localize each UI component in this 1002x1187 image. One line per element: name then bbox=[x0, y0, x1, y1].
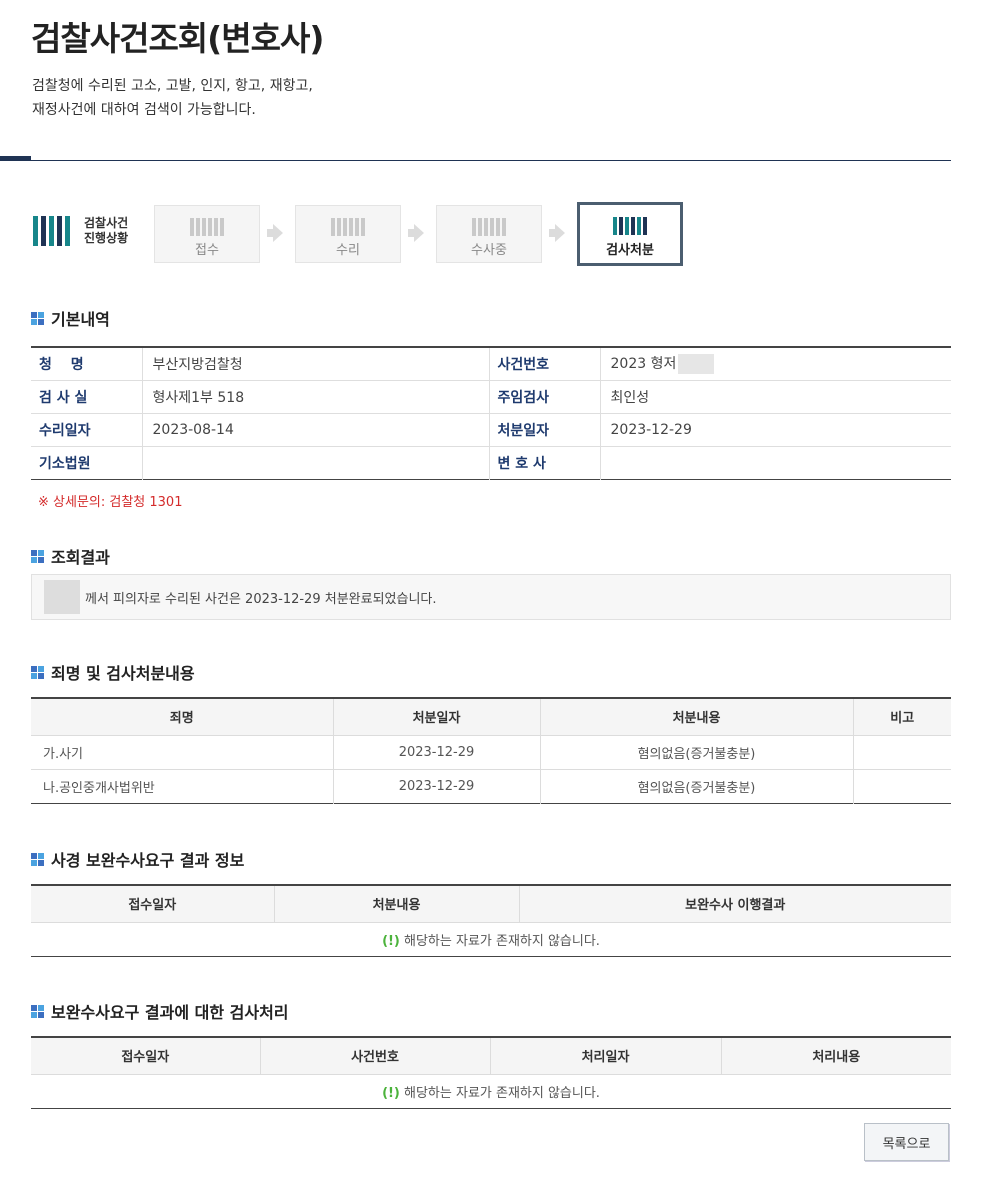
charges-table: 죄명 처분일자 처분내용 비고 가.사기 2023-12-29 혐의없음(증거불… bbox=[31, 697, 951, 804]
col-header: 처분일자 bbox=[332, 698, 540, 736]
page-description: 검찰청에 수리된 고소, 고발, 인지, 항고, 재항고, 재정사건에 대하여 … bbox=[32, 74, 313, 122]
supplement-table: 접수일자 처분내용 보완수사 이행결과 (!) 해당하는 자료가 존재하지 않습… bbox=[31, 884, 951, 957]
label-accept-date: 수리일자 bbox=[31, 413, 143, 447]
section-bullet-icon bbox=[31, 549, 44, 563]
value-office: 부산지방검찰청 bbox=[142, 347, 490, 381]
step-label: 접수 bbox=[195, 243, 219, 258]
table-row: 검 사 실 형사제1부 518 주임검사 최인성 bbox=[31, 380, 951, 414]
label-case-number: 사건번호 bbox=[489, 347, 601, 381]
table-header-row: 접수일자 처분내용 보완수사 이행결과 bbox=[31, 885, 951, 923]
step-bars-icon bbox=[296, 218, 400, 236]
table-header-row: 죄명 처분일자 처분내용 비고 bbox=[31, 698, 951, 736]
section-title-result: 조회결과 bbox=[31, 544, 110, 568]
section-title-charges: 죄명 및 검사처분내용 bbox=[31, 660, 195, 684]
basic-info-table: 청 명 부산지방검찰청 사건번호 2023 형저 검 사 실 형사제1부 518… bbox=[31, 346, 951, 480]
page-title: 검찰사건조회(변호사) bbox=[31, 19, 324, 58]
cell-date: 2023-12-29 bbox=[332, 769, 540, 803]
section-bullet-icon bbox=[31, 852, 44, 866]
col-header: 접수일자 bbox=[31, 885, 274, 923]
table-header-row: 접수일자 사건번호 처리일자 처리내용 bbox=[31, 1037, 951, 1075]
header-divider bbox=[0, 160, 951, 161]
progress-step-investigating: 수사중 bbox=[436, 205, 542, 263]
value-disposition-date: 2023-12-29 bbox=[600, 413, 951, 447]
table-row: 나.공인중개사법위반 2023-12-29 혐의없음(증거불충분) bbox=[31, 769, 951, 803]
section-title-basic: 기본내역 bbox=[31, 306, 110, 330]
col-header: 접수일자 bbox=[31, 1037, 260, 1075]
table-row: (!) 해당하는 자료가 존재하지 않습니다. bbox=[31, 922, 951, 956]
col-header: 죄명 bbox=[31, 698, 333, 736]
value-lawyer bbox=[600, 446, 951, 479]
section-title-supplement: 사경 보완수사요구 결과 정보 bbox=[31, 847, 244, 871]
label-disposition-date: 처분일자 bbox=[489, 413, 601, 447]
step-label: 검사처분 bbox=[606, 243, 654, 258]
step-arrow-icon bbox=[267, 224, 283, 242]
step-arrow-icon bbox=[408, 224, 424, 242]
progress-logo: 검찰사건 진행상황 bbox=[33, 216, 128, 246]
redacted-mask bbox=[44, 580, 80, 614]
table-row: (!) 해당하는 자료가 존재하지 않습니다. bbox=[31, 1074, 951, 1108]
step-bars-icon bbox=[580, 217, 680, 235]
section-title-prosecutor-processing: 보완수사요구 결과에 대한 검사처리 bbox=[31, 999, 289, 1023]
cell-remark bbox=[852, 735, 951, 770]
progress-step-received: 접수 bbox=[154, 205, 260, 263]
description-line-1: 검찰청에 수리된 고소, 고발, 인지, 항고, 재항고, bbox=[32, 78, 313, 94]
table-row: 가.사기 2023-12-29 혐의없음(증거불충분) bbox=[31, 735, 951, 770]
cell-charge: 가.사기 bbox=[31, 735, 333, 770]
progress-step-disposition: 검사처분 bbox=[577, 202, 683, 266]
col-header: 처분내용 bbox=[273, 885, 519, 923]
value-prosecutor-room: 형사제1부 518 bbox=[142, 380, 490, 414]
step-arrow-icon bbox=[549, 224, 565, 242]
col-header: 처리일자 bbox=[489, 1037, 721, 1075]
step-label: 수리 bbox=[336, 243, 360, 258]
table-row: 청 명 부산지방검찰청 사건번호 2023 형저 bbox=[31, 347, 951, 381]
cell-charge: 나.공인중개사법위반 bbox=[43, 780, 155, 796]
list-button[interactable]: 목록으로 bbox=[864, 1123, 949, 1161]
col-header: 사건번호 bbox=[259, 1037, 490, 1075]
progress-step-accepted: 수리 bbox=[295, 205, 401, 263]
step-bars-icon bbox=[155, 218, 259, 236]
empty-message: (!) 해당하는 자료가 존재하지 않습니다. bbox=[382, 1085, 600, 1101]
cell-disposition: 혐의없음(증거불충분) bbox=[539, 769, 853, 803]
label-office: 청 명 bbox=[31, 347, 143, 381]
col-header: 처리내용 bbox=[720, 1037, 951, 1075]
value-case-number: 2023 형저 bbox=[600, 347, 951, 381]
value-court bbox=[142, 446, 490, 479]
col-header: 처분내용 bbox=[539, 698, 853, 736]
cell-date: 2023-12-29 bbox=[332, 735, 540, 770]
cell-remark bbox=[852, 769, 951, 803]
redacted-mask bbox=[678, 354, 715, 375]
prosecutor-processing-table: 접수일자 사건번호 처리일자 처리내용 (!) 해당하는 자료가 존재하지 않습… bbox=[31, 1036, 951, 1109]
label-prosecutor-room: 검 사 실 bbox=[31, 380, 143, 414]
label-lawyer: 변 호 사 bbox=[489, 446, 601, 479]
col-header: 비고 bbox=[852, 698, 951, 736]
label-chief-prosecutor: 주임검사 bbox=[489, 380, 601, 414]
section-bullet-icon bbox=[31, 665, 44, 679]
step-bars-icon bbox=[437, 218, 541, 236]
step-label: 수사중 bbox=[471, 243, 507, 258]
progress-logo-icon bbox=[33, 216, 70, 246]
label-court: 기소법원 bbox=[31, 446, 143, 479]
progress-logo-text: 검찰사건 진행상황 bbox=[84, 216, 129, 245]
result-box: 께서 피의자로 수리된 사건은 2023-12-29 처분완료되었습니다. bbox=[31, 574, 951, 620]
cell-disposition: 혐의없음(증거불충분) bbox=[539, 735, 853, 770]
col-header: 보완수사 이행결과 bbox=[518, 885, 951, 923]
section-bullet-icon bbox=[31, 311, 44, 325]
result-text: 께서 피의자로 수리된 사건은 2023-12-29 처분완료되었습니다. bbox=[85, 591, 437, 607]
section-bullet-icon bbox=[31, 1004, 44, 1018]
alert-icon: (!) bbox=[382, 933, 400, 949]
table-row: 수리일자 2023-08-14 처분일자 2023-12-29 bbox=[31, 413, 951, 447]
value-accept-date: 2023-08-14 bbox=[142, 413, 490, 447]
inquiry-notice: ※ 상세문의: 검찰청 1301 bbox=[38, 495, 183, 510]
description-line-2: 재정사건에 대하여 검색이 가능합니다. bbox=[32, 102, 256, 118]
alert-icon: (!) bbox=[382, 1085, 400, 1101]
empty-message: (!) 해당하는 자료가 존재하지 않습니다. bbox=[382, 933, 600, 949]
table-row: 기소법원 변 호 사 bbox=[31, 446, 951, 479]
value-chief-prosecutor: 최인성 bbox=[600, 380, 951, 414]
